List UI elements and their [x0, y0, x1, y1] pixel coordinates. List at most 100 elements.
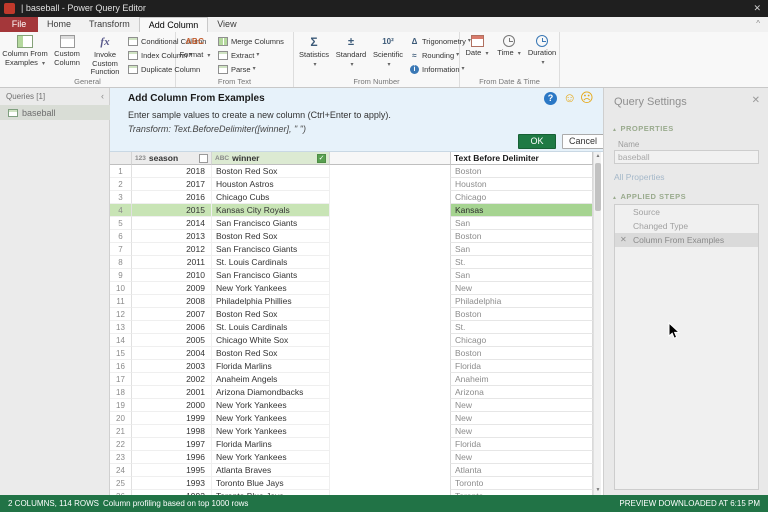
example-preview-cell[interactable]: New	[450, 425, 593, 438]
season-cell[interactable]: 2016	[132, 191, 212, 204]
example-preview-cell[interactable]: New	[450, 282, 593, 295]
season-cell[interactable]: 1999	[132, 412, 212, 425]
row-number-cell[interactable]: 24	[110, 464, 132, 477]
example-preview-cell[interactable]: New	[450, 412, 593, 425]
example-preview-cell[interactable]: San	[450, 243, 593, 256]
rounding-button[interactable]: ≈ Rounding ▾	[408, 49, 459, 62]
example-preview-cell[interactable]: Atlanta	[450, 464, 593, 477]
collapse-ribbon-icon[interactable]: ^	[756, 19, 760, 28]
ribbon-tab[interactable]: Transform	[80, 17, 139, 32]
season-cell[interactable]: 1993	[132, 477, 212, 490]
season-cell[interactable]: 2014	[132, 217, 212, 230]
time-button[interactable]: Time ▾	[494, 33, 524, 77]
season-cell[interactable]: 2001	[132, 386, 212, 399]
row-number-cell[interactable]: 17	[110, 373, 132, 386]
row-number-cell[interactable]: 9	[110, 269, 132, 282]
winner-cell[interactable]: St. Louis Cardinals	[212, 256, 330, 269]
row-number-cell[interactable]: 10	[110, 282, 132, 295]
row-number-cell[interactable]: 14	[110, 334, 132, 347]
row-number-cell[interactable]: 11	[110, 295, 132, 308]
column-from-examples-button[interactable]: Column From Examples ▾	[2, 33, 48, 77]
winner-cell[interactable]: Kansas City Royals	[212, 204, 330, 217]
season-cell[interactable]: 2009	[132, 282, 212, 295]
row-number-cell[interactable]: 15	[110, 347, 132, 360]
season-cell[interactable]: 2015	[132, 204, 212, 217]
season-cell[interactable]: 2018	[132, 165, 212, 178]
season-cell[interactable]: 1995	[132, 464, 212, 477]
season-cell[interactable]: 2004	[132, 347, 212, 360]
statistics-button[interactable]: Σ Statistics ▾	[296, 33, 332, 77]
standard-button[interactable]: ± Standard ▾	[334, 33, 368, 77]
applied-step-item[interactable]: ✕ Column From Examples	[615, 233, 758, 247]
winner-cell[interactable]: New York Yankees	[212, 451, 330, 464]
row-number-cell[interactable]: 5	[110, 217, 132, 230]
season-cell[interactable]: 1997	[132, 438, 212, 451]
feedback-frown-icon[interactable]: ☹	[580, 90, 594, 105]
season-cell[interactable]: 2002	[132, 373, 212, 386]
row-number-cell[interactable]: 3	[110, 191, 132, 204]
example-preview-cell[interactable]: New	[450, 399, 593, 412]
all-properties-link[interactable]: All Properties	[614, 172, 665, 182]
season-cell[interactable]: 2013	[132, 230, 212, 243]
winner-cell[interactable]: Anaheim Angels	[212, 373, 330, 386]
example-preview-cell[interactable]: St.	[450, 256, 593, 269]
feedback-smile-icon[interactable]: ☺	[563, 90, 576, 105]
format-button[interactable]: ABC Format ▾	[178, 33, 212, 77]
example-preview-cell[interactable]: Boston	[450, 165, 593, 178]
example-preview-cell[interactable]: San	[450, 217, 593, 230]
query-name-input[interactable]	[614, 150, 759, 164]
example-preview-cell[interactable]: Boston	[450, 308, 593, 321]
season-cell[interactable]: 2000	[132, 399, 212, 412]
winner-cell[interactable]: Boston Red Sox	[212, 165, 330, 178]
file-tab[interactable]: File	[0, 17, 38, 32]
vertical-scrollbar[interactable]: ▲ ▼	[593, 152, 601, 495]
winner-cell[interactable]: San Francisco Giants	[212, 217, 330, 230]
season-cell[interactable]: 2006	[132, 321, 212, 334]
example-preview-cell[interactable]: Toronto	[450, 477, 593, 490]
season-cell[interactable]: 2017	[132, 178, 212, 191]
column-header-season[interactable]: 123 season	[132, 152, 212, 165]
winner-column-checkbox[interactable]: ✓	[317, 154, 326, 163]
extract-button[interactable]: Extract ▾	[216, 49, 259, 62]
winner-cell[interactable]: New York Yankees	[212, 425, 330, 438]
winner-cell[interactable]: Houston Astros	[212, 178, 330, 191]
parse-button[interactable]: Parse ▾	[216, 63, 256, 76]
ok-button[interactable]: OK	[518, 134, 556, 149]
row-number-cell[interactable]: 6	[110, 230, 132, 243]
season-cell[interactable]: 2010	[132, 269, 212, 282]
winner-cell[interactable]: St. Louis Cardinals	[212, 321, 330, 334]
date-button[interactable]: Date ▾	[462, 33, 492, 77]
applied-step-item[interactable]: ✕ Source	[615, 205, 758, 219]
row-number-cell[interactable]: 4	[110, 204, 132, 217]
example-preview-cell[interactable]: Houston	[450, 178, 593, 191]
column-header-winner[interactable]: ABC winner ✓	[212, 152, 330, 165]
season-cell[interactable]: 2012	[132, 243, 212, 256]
row-number-cell[interactable]: 13	[110, 321, 132, 334]
invoke-custom-function-button[interactable]: fx Invoke Custom Function	[86, 33, 124, 77]
ribbon-tab[interactable]: Add Column	[139, 17, 209, 32]
row-number-cell[interactable]: 25	[110, 477, 132, 490]
example-preview-cell[interactable]: Chicago	[450, 334, 593, 347]
example-preview-cell[interactable]: Florida	[450, 438, 593, 451]
close-query-settings-icon[interactable]: ✕	[752, 95, 760, 106]
season-cell[interactable]: 2007	[132, 308, 212, 321]
row-number-cell[interactable]: 22	[110, 438, 132, 451]
season-cell[interactable]: 2008	[132, 295, 212, 308]
status-profiling-info[interactable]: Column profiling based on top 1000 rows	[103, 495, 248, 512]
winner-cell[interactable]: Florida Marlins	[212, 360, 330, 373]
new-column-header[interactable]: Text Before Delimiter	[450, 152, 593, 165]
row-number-cell[interactable]: 12	[110, 308, 132, 321]
query-list-item[interactable]: baseball	[0, 105, 110, 120]
winner-cell[interactable]: Atlanta Braves	[212, 464, 330, 477]
example-preview-cell[interactable]: Anaheim	[450, 373, 593, 386]
row-number-cell[interactable]: 8	[110, 256, 132, 269]
row-number-cell[interactable]: 19	[110, 399, 132, 412]
winner-cell[interactable]: Arizona Diamondbacks	[212, 386, 330, 399]
ribbon-tab[interactable]: Home	[38, 17, 80, 32]
winner-cell[interactable]: New York Yankees	[212, 412, 330, 425]
example-preview-cell[interactable]: New	[450, 451, 593, 464]
duration-button[interactable]: Duration ▾	[526, 33, 558, 77]
row-number-cell[interactable]: 23	[110, 451, 132, 464]
example-preview-cell[interactable]: Boston	[450, 347, 593, 360]
row-number-cell[interactable]: 20	[110, 412, 132, 425]
